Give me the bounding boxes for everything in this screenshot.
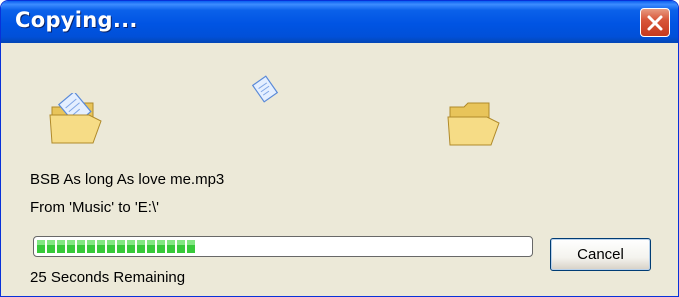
copy-dialog: Copying... BSB As long As love me.mp3 Fr… xyxy=(0,0,679,297)
copy-route: From 'Music' to 'E:\' xyxy=(30,199,159,216)
progress-fill xyxy=(37,240,195,253)
close-icon xyxy=(647,15,663,31)
time-remaining: 25 Seconds Remaining xyxy=(30,269,186,286)
source-folder-icon xyxy=(49,90,103,152)
close-button[interactable] xyxy=(640,8,670,37)
progress-bar xyxy=(33,236,533,257)
flying-document-icon xyxy=(249,75,281,108)
destination-folder-icon xyxy=(447,99,501,154)
window-title: Copying... xyxy=(15,8,138,32)
title-bar[interactable]: Copying... xyxy=(1,1,678,43)
cancel-button[interactable]: Cancel xyxy=(550,238,651,271)
file-name: BSB As long As love me.mp3 xyxy=(30,171,225,188)
